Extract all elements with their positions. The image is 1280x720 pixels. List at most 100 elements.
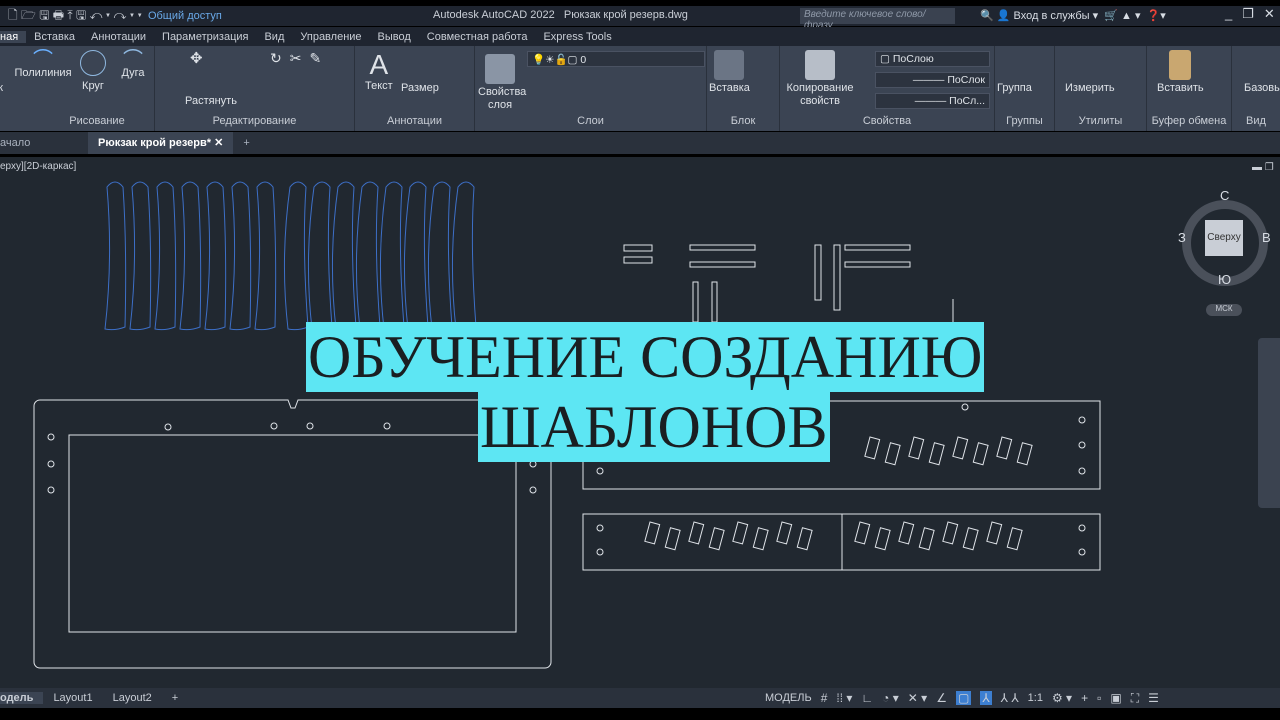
tab-collaborate[interactable]: Совместная работа <box>419 31 536 43</box>
annotation-scale-icon[interactable]: ⅄ ⅄ <box>1001 691 1019 705</box>
slot <box>898 521 915 545</box>
window-controls[interactable]: _❐✕ <box>1225 6 1280 22</box>
window-title: Autodesk AutoCAD 2022 Рюкзак крой резерв… <box>433 9 688 21</box>
slot <box>986 521 1003 545</box>
grid-icon[interactable]: # <box>821 691 828 705</box>
hole <box>529 486 537 494</box>
hole <box>383 422 391 430</box>
polyline-icon: ⌒ <box>33 49 53 71</box>
match-properties-button[interactable]: Копирование свойств <box>785 50 855 108</box>
measure-button[interactable]: Измерить <box>1065 82 1115 95</box>
paste-button[interactable]: Вставить <box>1157 50 1204 95</box>
tab-insert[interactable]: Вставка <box>26 31 83 43</box>
circle-button[interactable]: Круг <box>78 50 108 93</box>
osnap-icon[interactable]: ✕ ▾ <box>908 691 927 705</box>
selection-cycle-icon[interactable]: ▢ <box>955 691 972 705</box>
slot <box>732 521 749 545</box>
viewport-controls[interactable]: ▬ ❐ <box>1252 162 1274 173</box>
document-tabs: ачало Рюкзак крой резерв* ✕ + <box>0 132 1280 154</box>
tab-parametric[interactable]: Параметризация <box>154 31 256 43</box>
viewcube[interactable]: Сверху С Ю З В <box>1178 188 1271 287</box>
plus-icon[interactable]: + <box>1081 691 1088 705</box>
new-tab-button[interactable]: + <box>233 132 259 154</box>
annotation-scale[interactable]: 1:1 <box>1028 692 1043 704</box>
label: Вставить <box>1157 82 1204 94</box>
panel-title: Аннотации <box>387 115 442 127</box>
move-icon[interactable]: ✥ <box>190 51 203 66</box>
hole <box>596 524 604 532</box>
tab-view[interactable]: Вид <box>256 31 292 43</box>
panel-title: Блок <box>730 115 756 127</box>
fullscreen-icon[interactable]: ⛶ <box>1131 691 1139 706</box>
search-input[interactable]: Введите ключевое слово/фразу <box>800 8 955 31</box>
slot <box>874 527 891 551</box>
panel-groups: Группа Группы <box>995 46 1055 131</box>
panel-modify: ✥ Растянуть ↻✂✎ Редактирование <box>155 46 355 131</box>
line-button[interactable]: ок <box>0 82 3 95</box>
tab-home[interactable]: ная <box>0 30 27 43</box>
stretch-button[interactable]: Растянуть <box>185 95 237 108</box>
hole <box>1078 441 1086 449</box>
base-view-button[interactable]: Базовы <box>1244 82 1280 95</box>
lineweight-dropdown[interactable]: ——— ПоСл... <box>875 93 990 109</box>
arc-button[interactable]: ⌒ Дуга <box>118 50 148 80</box>
label: слоя <box>487 99 513 111</box>
panel-title: Буфер обмена <box>1151 115 1227 127</box>
viewcube-top-face[interactable]: Сверху <box>1205 220 1243 256</box>
hole <box>1078 467 1086 475</box>
login-button[interactable]: 🔍 👤 Вход в службы ▾ 🛒 ▲ ▾ ❓▾ <box>980 9 1166 22</box>
tab-current-drawing[interactable]: Рюкзак крой резерв* ✕ <box>88 132 234 154</box>
linetype-dropdown[interactable]: ——— ПоСлок <box>875 72 990 88</box>
close-icon[interactable]: ✕ <box>214 137 223 149</box>
snap-icon[interactable]: ⁞⁞ ▾ <box>836 691 852 705</box>
quick-access-toolbar[interactable]: 🗋 🗁 🖫 🖶 ⤒ 🖫 ↶ ▾ ↷ ▾ ▾ <box>8 6 142 27</box>
dimension-button[interactable]: Размер <box>401 82 439 95</box>
angle-icon[interactable]: ∠ <box>936 691 947 705</box>
group-button[interactable]: Группа <box>997 82 1032 95</box>
modify-tools[interactable]: ↻✂✎ <box>270 51 329 65</box>
slot <box>776 521 793 545</box>
color-dropdown[interactable]: ▢ ПоСлою <box>875 51 990 67</box>
panel-layers: Свойства слоя 💡☀🔓▢ 0 Слои <box>475 46 707 131</box>
tab-annotate[interactable]: Аннотации <box>83 31 154 43</box>
text-button[interactable]: A Текст <box>365 50 393 93</box>
tab-express-tools[interactable]: Express Tools <box>535 31 619 43</box>
tab-manage[interactable]: Управление <box>292 31 369 43</box>
viewport-label[interactable]: ерху][2D-каркас] <box>0 161 76 172</box>
hole <box>47 433 55 441</box>
annotation-visibility-icon[interactable]: ⅄ <box>980 691 992 705</box>
gear-icon[interactable]: ⚙ ▾ <box>1052 691 1072 705</box>
compass-west[interactable]: З <box>1178 230 1186 245</box>
ucs-menu[interactable]: МСК <box>1206 304 1242 316</box>
overlay-title-line1: ОБУЧЕНИЕ СОЗДАНИЮ <box>306 322 985 392</box>
tab-model[interactable]: одель <box>0 692 44 704</box>
compass-east[interactable]: В <box>1262 230 1271 245</box>
menu-icon[interactable]: ☰ <box>1148 691 1159 705</box>
isolate-icon[interactable]: ▫ <box>1097 691 1101 705</box>
ortho-icon[interactable]: ∟ <box>861 691 873 705</box>
insert-block-button[interactable]: Вставка <box>709 50 750 95</box>
share-button[interactable]: Общий доступ <box>148 10 222 22</box>
tab-layout1[interactable]: Layout1 <box>43 692 102 704</box>
compass-south[interactable]: Ю <box>1218 272 1231 287</box>
panel-properties: Копирование свойств ▢ ПоСлою ——— ПоСлок —… <box>780 46 995 131</box>
polyline-button[interactable]: ⌒ Полилиния <box>14 49 72 80</box>
model-space-button[interactable]: МОДЕЛЬ <box>765 692 812 704</box>
tab-layout2[interactable]: Layout2 <box>103 692 162 704</box>
blue-piece <box>129 181 152 331</box>
navigation-bar[interactable] <box>1258 338 1280 508</box>
tab-output[interactable]: Вывод <box>370 31 419 43</box>
new-layout-button[interactable]: + <box>162 692 188 704</box>
slot <box>644 521 661 545</box>
layer-properties-button[interactable]: Свойства слоя <box>478 54 526 112</box>
label: свойств <box>800 95 840 107</box>
polar-icon[interactable]: ◔ ▾ <box>882 691 899 705</box>
compass-north[interactable]: С <box>1220 188 1229 203</box>
layer-dropdown[interactable]: 💡☀🔓▢ 0 <box>527 51 705 67</box>
hardware-icon[interactable]: ▣ <box>1110 691 1121 705</box>
blue-piece <box>154 181 177 331</box>
tab-start[interactable]: ачало <box>0 132 88 154</box>
slot <box>796 527 813 551</box>
slot <box>942 521 959 545</box>
match-properties-icon <box>805 50 835 80</box>
